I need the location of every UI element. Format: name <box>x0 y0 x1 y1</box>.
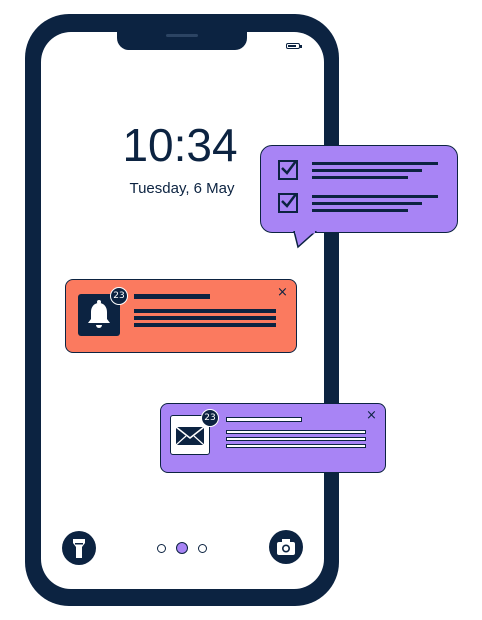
page-dot[interactable] <box>157 544 166 553</box>
reminder-title-line <box>134 294 210 299</box>
camera-button[interactable] <box>269 530 303 564</box>
flashlight-button[interactable] <box>62 531 96 565</box>
checkmark-icon <box>281 160 297 175</box>
clock-date: Tuesday, 6 May <box>129 180 235 197</box>
task-text-line <box>312 202 422 205</box>
clock-time: 10:34 <box>122 119 238 171</box>
speaker-grille <box>166 34 198 37</box>
task-text-line <box>312 176 408 179</box>
checkbox-icon[interactable] <box>278 160 298 180</box>
close-icon[interactable]: × <box>366 409 377 422</box>
notification-count-badge: 23 <box>110 287 128 305</box>
mail-text-line <box>226 430 366 434</box>
notification-count-badge: 23 <box>201 409 219 427</box>
mail-text-line <box>226 437 366 441</box>
reminder-text-line <box>134 309 276 313</box>
task-text-line <box>312 169 422 172</box>
checkmark-icon <box>281 193 297 208</box>
bubble-tail <box>293 231 318 249</box>
battery-icon <box>286 43 300 49</box>
mail-title-line <box>226 417 302 422</box>
reminder-text-line <box>134 316 276 320</box>
task-text-line <box>312 162 438 165</box>
page-dot-active[interactable] <box>176 542 188 554</box>
close-icon[interactable]: × <box>277 286 288 299</box>
mail-text-line <box>226 444 366 448</box>
flashlight-icon <box>73 539 85 558</box>
page-dot[interactable] <box>198 544 207 553</box>
camera-icon <box>277 539 295 555</box>
reminder-text-line <box>134 323 276 327</box>
checkbox-icon[interactable] <box>278 193 298 213</box>
task-text-line <box>312 209 408 212</box>
battery-tip <box>300 45 302 48</box>
task-text-line <box>312 195 438 198</box>
